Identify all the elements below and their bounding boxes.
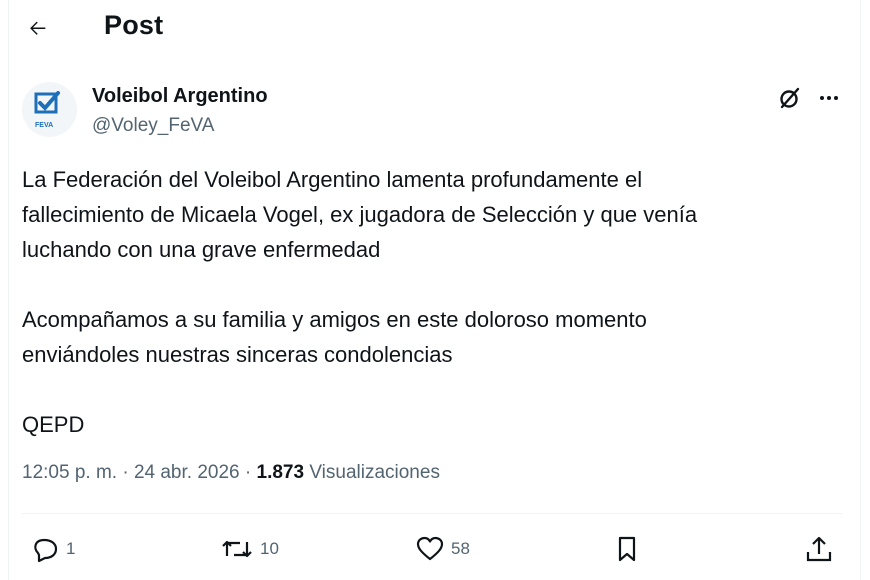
meta-separator: ·: [244, 462, 252, 483]
avatar-text: FEVA: [35, 122, 53, 129]
meta-separator: ·: [122, 462, 129, 483]
share-button[interactable]: [804, 532, 834, 566]
views-count[interactable]: 1.873: [257, 462, 305, 483]
page-title: Post: [104, 10, 164, 40]
post-text: La Federación del Voleibol Argentino lam…: [22, 162, 822, 442]
author-handle[interactable]: @Voley_FeVA: [92, 115, 214, 137]
post-meta: 12:05 p. m. · 24 abr. 2026 · 1.873 Visua…: [22, 462, 440, 484]
like-button[interactable]: 58: [415, 532, 470, 566]
back-button[interactable]: [22, 12, 54, 44]
like-count: 58: [451, 539, 470, 558]
more-options-button[interactable]: [814, 84, 844, 112]
arrow-left-icon: [30, 21, 46, 35]
post-paragraph: Acompañamos a su familia y amigos en est…: [22, 307, 647, 367]
post-time[interactable]: 12:05 p. m.: [22, 462, 117, 483]
author-name[interactable]: Voleibol Argentino: [92, 85, 268, 108]
timeline-border-right: [860, 0, 861, 580]
reply-count: 1: [66, 539, 76, 558]
bookmark-button[interactable]: [612, 532, 642, 566]
post-paragraph: QEPD: [22, 412, 85, 437]
heart-icon: [416, 536, 444, 561]
reply-icon: [34, 538, 58, 563]
divider: [22, 513, 842, 514]
repost-button[interactable]: 10: [220, 532, 279, 566]
views-label[interactable]: Visualizaciones: [309, 462, 440, 483]
avatar[interactable]: FEVA: [22, 82, 77, 137]
grok-button[interactable]: [776, 84, 804, 112]
post-header: Post: [0, 0, 860, 54]
bookmark-icon: [618, 536, 636, 562]
repost-icon: [222, 540, 252, 558]
post-paragraph: La Federación del Voleibol Argentino lam…: [22, 167, 698, 262]
timeline-border-left: [8, 0, 9, 580]
feva-logo: FEVA: [34, 91, 60, 129]
grok-icon: [780, 87, 800, 109]
post-date[interactable]: 24 abr. 2026: [134, 462, 240, 483]
more-horizontal-icon: [820, 96, 838, 100]
repost-count: 10: [260, 539, 279, 558]
share-icon: [806, 536, 832, 562]
reply-button[interactable]: 1: [30, 532, 75, 566]
